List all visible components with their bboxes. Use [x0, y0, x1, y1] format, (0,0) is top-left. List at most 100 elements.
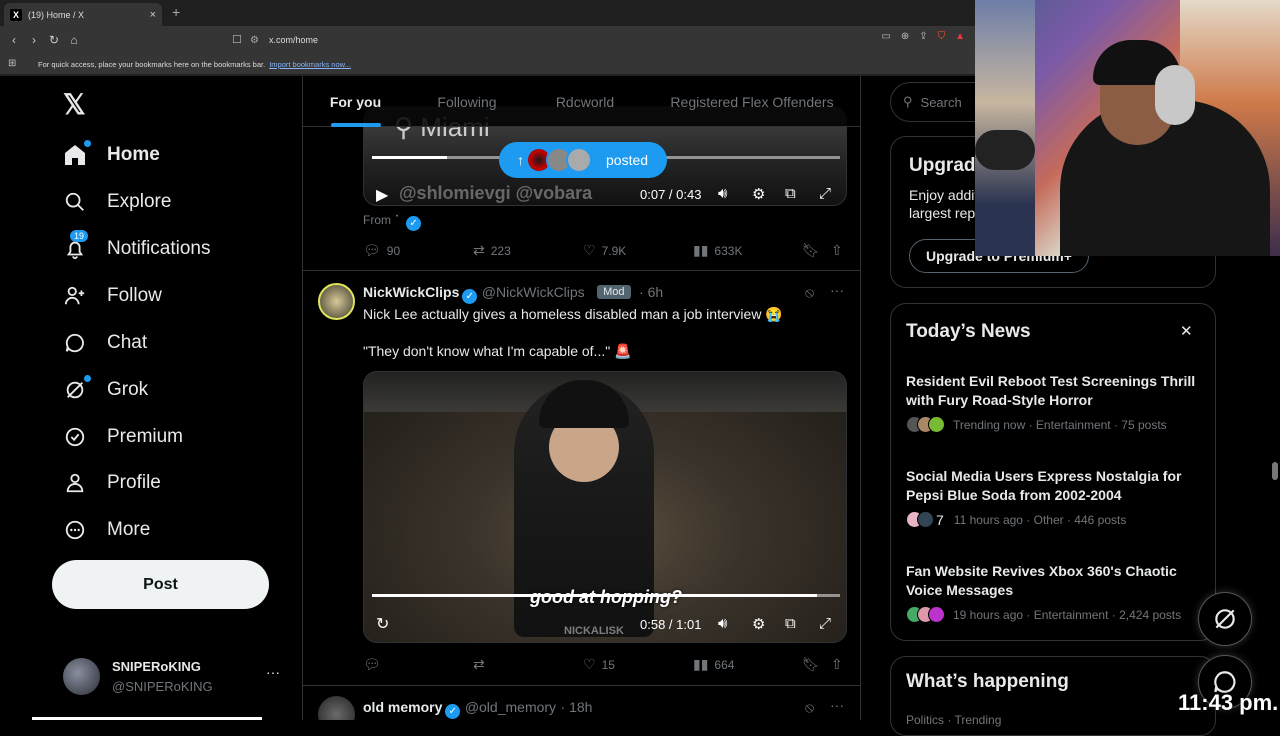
tab-registered-flex-offenders[interactable]: Registered Flex Offenders	[644, 76, 860, 127]
grok-icon[interactable]: ⦸	[805, 284, 814, 301]
sidebar-item-label: Home	[107, 144, 160, 165]
news-item[interactable]: Fan Website Revives Xbox 360's Chaotic V…	[906, 562, 1196, 623]
browser-toolbar-icons: ▭ ⊕ ⇪ ⛉ ▲	[881, 31, 965, 42]
import-bookmarks-link[interactable]: Import bookmarks now...	[269, 60, 351, 69]
tab-for-you[interactable]: For you	[303, 76, 408, 127]
grok-icon	[62, 375, 91, 403]
x-logo-icon[interactable]: 𝕏	[63, 88, 86, 121]
author-handle[interactable]: @NickWickClips	[482, 284, 585, 300]
sidebar-item-follow[interactable]: Follow	[62, 281, 162, 311]
video-caption: good at hopping?	[530, 587, 682, 607]
avatar[interactable]	[318, 283, 355, 320]
tweet3-header: old memory ✓ @old_memory · 18h	[363, 699, 592, 719]
account-switcher[interactable]: SNIPERoKING @SNIPERoKING ···	[63, 656, 293, 700]
url-text: x.com/home	[268, 35, 318, 45]
views-icon: ▮▮	[693, 242, 709, 258]
views-button[interactable]: ▮▮ 664	[693, 656, 734, 673]
scrollbar[interactable]	[1272, 462, 1278, 480]
tab-close-button[interactable]: ×	[150, 9, 156, 21]
reload-icon[interactable]: ↻	[44, 33, 64, 47]
brave-shield-icon[interactable]: ⛉	[938, 31, 946, 42]
play-icon[interactable]: ▶	[376, 185, 388, 205]
like-button[interactable]: ♡ 15	[583, 656, 615, 673]
news-item[interactable]: Resident Evil Reboot Test Screenings Thr…	[906, 372, 1196, 433]
todays-news-panel: Today’s News ✕ Resident Evil Reboot Test…	[890, 303, 1216, 641]
bookmark-button[interactable]: 🔖︎	[802, 242, 820, 259]
grok-icon[interactable]: ⦸	[805, 699, 814, 716]
fullscreen-icon[interactable]: ⤢	[819, 615, 831, 632]
repost-button[interactable]: ⇄	[473, 656, 491, 673]
tab-rdcworld[interactable]: Rdcworld	[526, 76, 644, 127]
tweet2-video[interactable]: good at hopping? NICKALISK ↻ 0:58 / 1:01…	[363, 371, 847, 643]
volume-icon[interactable]: 🔊︎	[718, 615, 727, 632]
reply-button[interactable]: 💬︎ 90	[363, 242, 400, 259]
settings-icon[interactable]: ⚙	[752, 615, 765, 633]
repost-button[interactable]: ⇄ 223	[473, 242, 511, 259]
video-progress[interactable]	[372, 594, 840, 597]
more-options-icon[interactable]: ···	[830, 282, 844, 298]
share-button[interactable]: ⇧	[831, 242, 843, 259]
views-button[interactable]: ▮▮ 633K	[693, 242, 742, 259]
zoom-icon[interactable]: ⊕	[901, 31, 909, 42]
home-nav-icon[interactable]: ⌂	[64, 33, 84, 47]
browser-tab[interactable]: X (19) Home / X ×	[4, 3, 162, 26]
reply-button[interactable]: 💬︎	[363, 656, 387, 673]
arrow-up-icon: ↑	[517, 152, 524, 168]
account-menu-icon[interactable]: ···	[266, 664, 280, 680]
new-posts-pill[interactable]: ↑ posted	[499, 142, 667, 178]
post-button[interactable]: Post	[52, 560, 269, 609]
close-icon[interactable]: ✕	[1180, 322, 1193, 340]
from-label: From ⠁ ✓	[363, 213, 422, 231]
divider	[303, 685, 860, 686]
site-info-icon[interactable]: ⚙	[250, 35, 259, 46]
author-name[interactable]: NickWickClips	[363, 284, 459, 300]
replay-icon[interactable]: ↻	[376, 614, 389, 634]
author-handle[interactable]: @old_memory	[465, 699, 556, 715]
tab-following[interactable]: Following	[408, 76, 526, 127]
bookmark-button[interactable]: 🔖︎	[802, 656, 820, 673]
back-icon[interactable]: ‹	[4, 33, 24, 47]
posted-label: posted	[606, 152, 649, 168]
reply-icon: 💬︎	[363, 242, 381, 258]
verified-icon: ✓	[462, 289, 478, 304]
avatar	[63, 658, 100, 695]
forward-icon[interactable]: ›	[24, 33, 44, 47]
share-icon[interactable]: ⇪	[919, 31, 927, 42]
pip-icon[interactable]: ⧉	[785, 615, 796, 632]
sidebar-item-premium[interactable]: Premium	[62, 422, 183, 452]
browser-chrome: X (19) Home / X × + ‹ › ↻ ⌂ ☐ ⚙ x.com/ho…	[0, 0, 975, 76]
cast-icon[interactable]: ▭	[881, 31, 890, 42]
grok-float-button[interactable]	[1198, 592, 1252, 646]
sidebar-item-label: More	[107, 519, 151, 540]
pip-icon[interactable]: ⧉	[785, 185, 796, 202]
share-button[interactable]: ⇧	[831, 656, 843, 673]
sidebar-item-more[interactable]: More	[62, 515, 150, 545]
notification-badge: 19	[70, 230, 89, 242]
feed-tabs: For you Following Rdcworld Registered Fl…	[303, 76, 860, 127]
avatar[interactable]	[318, 696, 355, 720]
fullscreen-icon[interactable]: ⤢	[819, 185, 831, 202]
news-headline: Social Media Users Express Nostalgia for…	[906, 468, 1182, 503]
address-bar[interactable]: ⚙ x.com/home	[250, 30, 970, 50]
settings-icon[interactable]: ⚙	[752, 185, 765, 203]
mod-badge: Mod	[597, 285, 631, 299]
sidebar-item-grok[interactable]: Grok	[62, 375, 148, 405]
reply-icon: 💬︎	[363, 656, 381, 672]
like-button[interactable]: ♡ 7.9K	[583, 242, 626, 259]
sidebar-item-home[interactable]: Home	[62, 140, 160, 170]
bookmark-star-icon[interactable]: ☐	[232, 33, 242, 46]
rewards-icon[interactable]: ▲	[955, 31, 965, 42]
tab-title: (19) Home / X	[28, 9, 85, 20]
heart-icon: ♡	[583, 242, 596, 258]
more-options-icon[interactable]: ···	[830, 697, 844, 713]
news-item[interactable]: Social Media Users Express Nostalgia for…	[906, 467, 1196, 528]
sidebar-item-notifications[interactable]: 19 Notifications	[62, 230, 211, 264]
new-tab-button[interactable]: +	[172, 4, 180, 20]
sidebar-item-chat[interactable]: Chat	[62, 328, 147, 358]
sidebar-item-profile[interactable]: Profile	[62, 468, 161, 498]
author-name[interactable]: old memory	[363, 699, 442, 715]
apps-grid-icon[interactable]: ⊞	[8, 58, 16, 69]
sidebar-item-explore[interactable]: Explore	[62, 187, 171, 217]
tweet2-header: NickWickClips ✓ @NickWickClips Mod · 6h	[363, 284, 663, 304]
volume-icon[interactable]: 🔊︎	[718, 185, 727, 202]
